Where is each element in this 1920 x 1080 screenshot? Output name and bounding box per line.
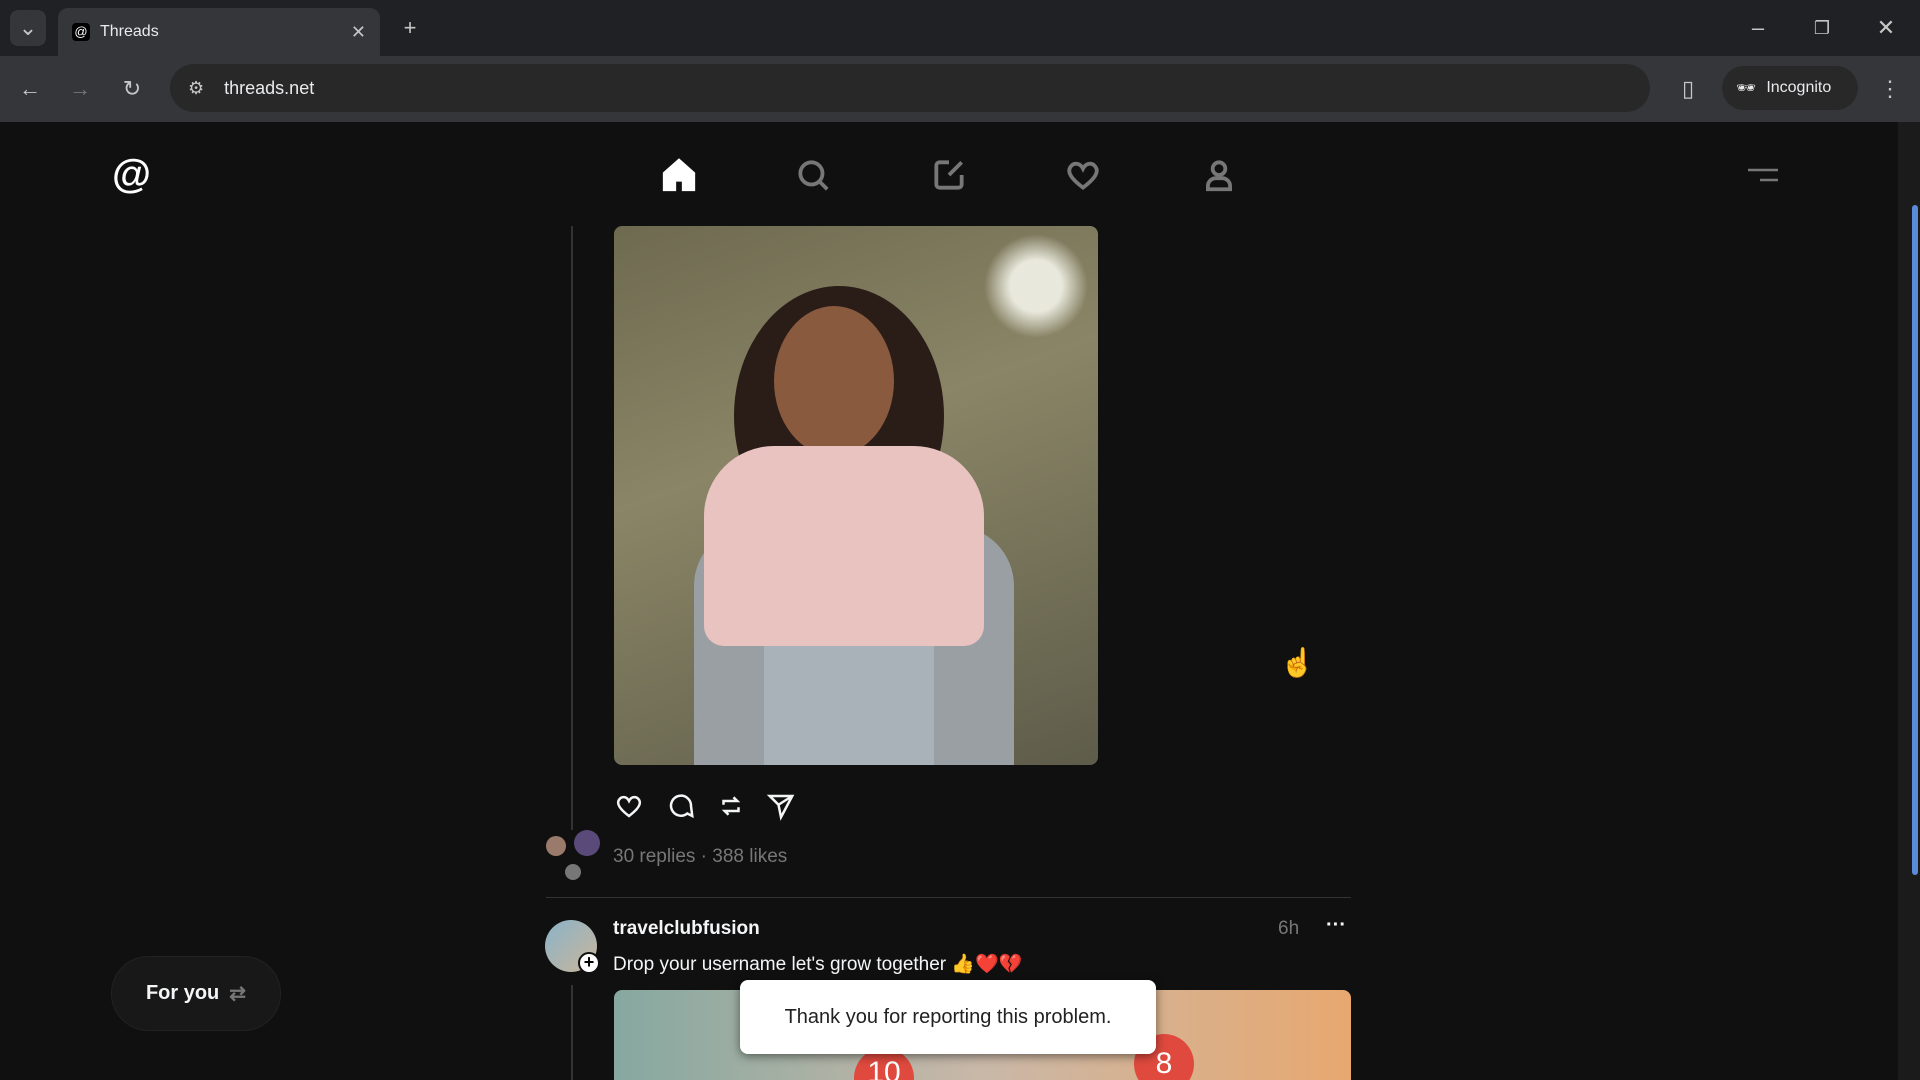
incognito-label: Incognito (1766, 79, 1832, 96)
forward-button[interactable]: → (62, 71, 98, 107)
browser-menu-icon[interactable]: ⋮ (1872, 71, 1908, 107)
feed-switch-label: For you (145, 982, 220, 1004)
create-icon[interactable] (930, 156, 968, 194)
replier-avatar (565, 864, 581, 880)
like-icon[interactable] (614, 791, 644, 821)
browser-tab-bar: ⌄ @ Threads ✕ + – ❐ ✕ (0, 0, 1920, 56)
share-icon[interactable] (766, 791, 796, 821)
threads-favicon: @ (72, 23, 90, 41)
post-username[interactable]: travelclubfusion (613, 918, 760, 940)
reply-icon[interactable] (666, 791, 696, 821)
follow-plus-icon[interactable]: + (578, 952, 600, 974)
reload-button[interactable]: ↻ (114, 71, 150, 107)
post-time[interactable]: 6h (1278, 918, 1299, 940)
sweater-shape (704, 446, 984, 646)
browser-tab[interactable]: @ Threads ✕ (58, 8, 380, 56)
threads-logo[interactable]: @ (112, 152, 151, 197)
tab-search-button[interactable]: ⌄ (10, 10, 46, 46)
tab-close-icon[interactable]: ✕ (351, 22, 366, 43)
flowers-shape (974, 226, 1098, 346)
replier-avatar (574, 830, 600, 856)
close-window-button[interactable]: ✕ (1868, 10, 1904, 46)
site-info-icon[interactable]: ⚙ (188, 78, 204, 99)
thread-line (571, 985, 573, 1080)
thread-line (571, 226, 573, 830)
minimize-button[interactable]: – (1740, 10, 1776, 46)
incognito-icon: 🕶 (1736, 80, 1757, 97)
toast-message: Thank you for reporting this problem. (784, 1005, 1112, 1028)
post-text: Drop your username let's grow together 👍… (613, 954, 1023, 975)
stats-separator: · (700, 846, 707, 867)
replier-avatar (546, 836, 566, 856)
face-shape (774, 306, 894, 456)
likes-count[interactable]: 388 likes (712, 846, 787, 867)
new-tab-button[interactable]: + (392, 10, 428, 46)
heart-activity-icon[interactable] (1064, 156, 1102, 194)
restore-button[interactable]: ❐ (1804, 10, 1840, 46)
url-text: threads.net (224, 77, 315, 98)
profile-icon[interactable] (1200, 156, 1238, 194)
shorts-shape (764, 646, 934, 765)
swap-icon: ⇄ (229, 983, 247, 1005)
tab-title: Threads (100, 23, 159, 40)
repost-icon[interactable] (716, 791, 746, 821)
search-icon[interactable] (794, 156, 832, 194)
side-panel-icon[interactable]: ▯ (1670, 71, 1706, 107)
mouse-cursor-icon: ☝ (1280, 647, 1315, 678)
post-stats: 30 replies · 388 likes (613, 846, 787, 868)
back-button[interactable]: ← (12, 71, 48, 107)
post-image[interactable] (614, 226, 1098, 765)
home-icon[interactable] (660, 156, 698, 194)
address-bar[interactable]: ⚙ threads.net (170, 64, 1650, 112)
menu-icon[interactable] (1746, 164, 1780, 186)
incognito-indicator[interactable]: 🕶 Incognito (1722, 66, 1858, 110)
more-options-icon[interactable]: ··· (1326, 914, 1346, 937)
scrollbar-thumb[interactable] (1912, 205, 1918, 875)
toast-notification: Thank you for reporting this problem. (740, 980, 1156, 1054)
post-divider (546, 897, 1351, 898)
feed-switch-button[interactable]: For you ⇄ (111, 956, 281, 1031)
replies-count[interactable]: 30 replies (613, 846, 695, 867)
